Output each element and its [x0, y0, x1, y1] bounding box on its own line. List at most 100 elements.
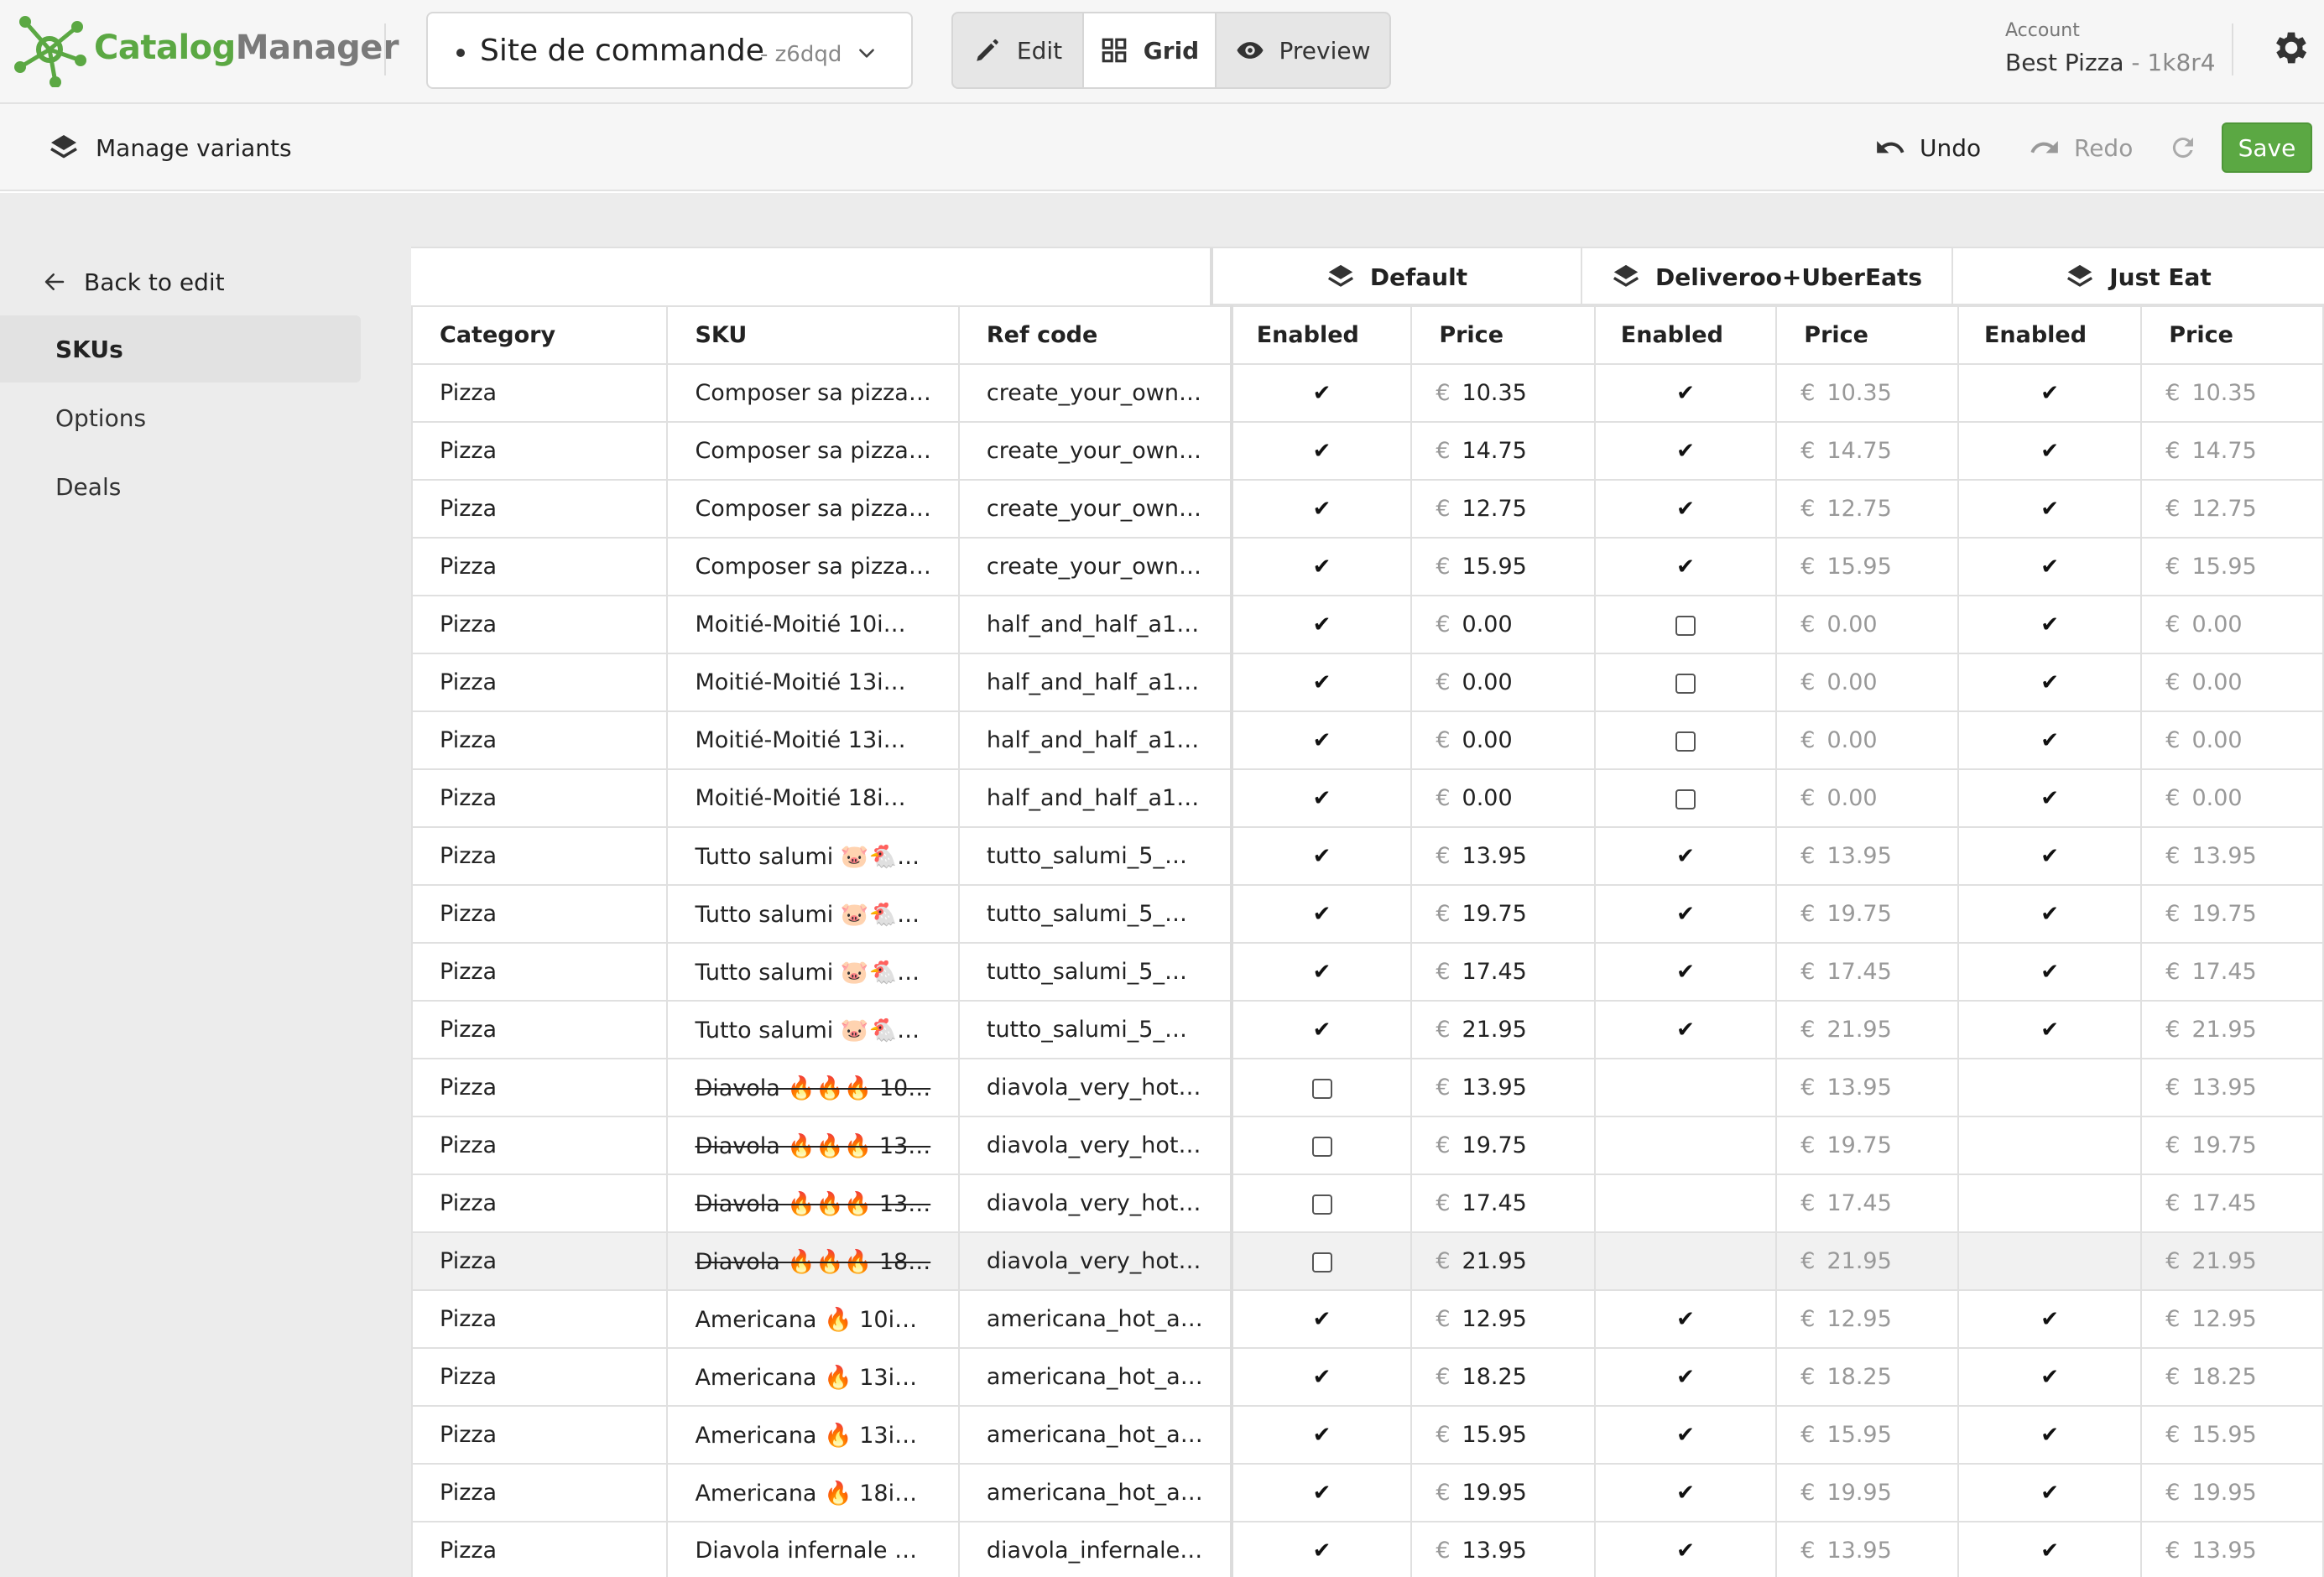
sku-cell[interactable]: Tutto salumi 🐷🐔… [666, 826, 960, 886]
just-eat-price-cell[interactable]: €13.95 [2140, 826, 2324, 886]
sku-cell[interactable]: Tutto salumi 🐷🐔… [666, 884, 960, 944]
deliveroo-ubereats-price-cell[interactable]: €0.00 [1775, 653, 1959, 712]
gear-icon[interactable] [2270, 27, 2312, 69]
category-cell[interactable]: Pizza [411, 1347, 669, 1407]
table-row[interactable]: Pizza Composer sa pizza… create_your_own… ✔… [411, 537, 2324, 596]
just-eat-price-cell[interactable]: €21.95 [2140, 1000, 2324, 1059]
deliveroo-ubereats-price-cell[interactable]: €10.35 [1775, 363, 1959, 423]
just-eat-enabled-cell[interactable]: ✔ [1957, 826, 2143, 886]
ref-code-cell[interactable]: americana_hot_a… [957, 1347, 1232, 1407]
redo-button[interactable]: Redo [2029, 129, 2133, 166]
category-cell[interactable]: Pizza [411, 363, 669, 423]
just-eat-enabled-cell[interactable]: ✔ [1957, 421, 2143, 481]
default-enabled-cell[interactable] [1229, 1058, 1413, 1117]
default-enabled-cell[interactable] [1229, 1116, 1413, 1175]
category-cell[interactable]: Pizza [411, 1116, 669, 1175]
ref-code-cell[interactable]: americana_hot_a… [957, 1463, 1232, 1522]
deliveroo-ubereats-enabled-cell[interactable]: ✔ [1593, 1289, 1778, 1349]
table-row[interactable]: Pizza Diavola 🔥🔥🔥 13… diavola_very_hot… €19… [411, 1116, 2324, 1175]
just-eat-enabled-cell[interactable]: ✔ [1957, 768, 2143, 828]
just-eat-enabled-cell[interactable]: ✔ [1957, 653, 2143, 712]
table-row[interactable]: Pizza Tutto salumi 🐷🐔… tutto_salumi_5_… ✔ €2… [411, 1000, 2324, 1059]
sku-cell[interactable]: Moitié-Moitié 10i… [666, 595, 960, 654]
default-price-cell[interactable]: €18.25 [1410, 1347, 1596, 1407]
category-cell[interactable]: Pizza [411, 1405, 669, 1465]
table-row[interactable]: Pizza Diavola 🔥🔥🔥 13… diavola_very_hot… €17… [411, 1174, 2324, 1233]
default-enabled-cell[interactable]: ✔ [1229, 1521, 1413, 1577]
ref-code-cell[interactable]: half_and_half_a1… [957, 653, 1232, 712]
table-row[interactable]: Pizza Americana 🔥 13i… americana_hot_a… ✔ €1… [411, 1405, 2324, 1465]
category-cell[interactable]: Pizza [411, 1521, 669, 1577]
table-row[interactable]: Pizza Americana 🔥 10i… americana_hot_a… ✔ €1… [411, 1289, 2324, 1349]
refresh-icon[interactable] [2168, 133, 2198, 163]
grid-mode-button[interactable]: Grid [1084, 13, 1217, 87]
table-row[interactable]: Pizza Tutto salumi 🐷🐔… tutto_salumi_5_… ✔ €1… [411, 826, 2324, 886]
just-eat-enabled-cell[interactable]: ✔ [1957, 1463, 2143, 1522]
just-eat-enabled-cell[interactable]: ✔ [1957, 1521, 2143, 1577]
save-button[interactable]: Save [2222, 122, 2312, 173]
default-price-cell[interactable]: €10.35 [1410, 363, 1596, 423]
deliveroo-ubereats-price-cell[interactable]: €21.95 [1775, 1000, 1959, 1059]
sku-cell[interactable]: Diavola 🔥🔥🔥 18… [666, 1231, 960, 1291]
deliveroo-ubereats-price-cell[interactable]: €0.00 [1775, 595, 1959, 654]
nav-item-options[interactable]: Options [0, 384, 361, 451]
table-row[interactable]: Pizza Diavola 🔥🔥🔥 10… diavola_very_hot… €13… [411, 1058, 2324, 1117]
ref-code-cell[interactable]: americana_hot_a… [957, 1405, 1232, 1465]
default-price-cell[interactable]: €19.95 [1410, 1463, 1596, 1522]
category-cell[interactable]: Pizza [411, 710, 669, 770]
just-eat-price-cell[interactable]: €13.95 [2140, 1521, 2324, 1577]
deliveroo-ubereats-price-cell[interactable]: €17.45 [1775, 942, 1959, 1002]
sku-cell[interactable]: Americana 🔥 18i… [666, 1463, 960, 1522]
deliveroo-ubereats-enabled-cell[interactable]: ✔ [1593, 884, 1778, 944]
table-row[interactable]: Pizza Moitié-Moitié 13i… half_and_half_a1…… [411, 710, 2324, 770]
enabled-checkbox[interactable] [1311, 1252, 1332, 1273]
just-eat-enabled-cell[interactable]: ✔ [1957, 1289, 2143, 1349]
just-eat-enabled-cell[interactable]: ✔ [1957, 1000, 2143, 1059]
deliveroo-ubereats-enabled-cell[interactable]: ✔ [1593, 826, 1778, 886]
category-cell[interactable]: Pizza [411, 595, 669, 654]
just-eat-price-cell[interactable]: €12.95 [2140, 1289, 2324, 1349]
just-eat-price-cell[interactable]: €17.45 [2140, 1174, 2324, 1233]
deliveroo-ubereats-price-cell[interactable]: €12.75 [1775, 479, 1959, 539]
sku-cell[interactable]: Tutto salumi 🐷🐔… [666, 942, 960, 1002]
table-row[interactable]: Pizza Moitié-Moitié 10i… half_and_half_a1…… [411, 595, 2324, 654]
deliveroo-ubereats-enabled-cell[interactable]: ✔ [1593, 537, 1778, 596]
ref-code-cell[interactable]: tutto_salumi_5_… [957, 884, 1232, 944]
default-enabled-cell[interactable]: ✔ [1229, 884, 1413, 944]
just-eat-price-cell[interactable]: €12.75 [2140, 479, 2324, 539]
just-eat-price-cell[interactable]: €0.00 [2140, 653, 2324, 712]
deliveroo-ubereats-price-cell[interactable]: €18.25 [1775, 1347, 1959, 1407]
ref-code-cell[interactable]: half_and_half_a1… [957, 768, 1232, 828]
nav-item-skus[interactable]: SKUs [0, 315, 361, 383]
sku-cell[interactable]: Composer sa pizza… [666, 537, 960, 596]
sku-cell[interactable]: Diavola infernale … [666, 1521, 960, 1577]
default-enabled-cell[interactable]: ✔ [1229, 363, 1413, 423]
ref-code-cell[interactable]: diavola_very_hot… [957, 1174, 1232, 1233]
just-eat-enabled-cell[interactable]: ✔ [1957, 537, 2143, 596]
default-enabled-cell[interactable]: ✔ [1229, 710, 1413, 770]
default-enabled-cell[interactable]: ✔ [1229, 595, 1413, 654]
just-eat-enabled-cell[interactable]: ✔ [1957, 363, 2143, 423]
just-eat-price-cell[interactable]: €0.00 [2140, 768, 2324, 828]
enabled-checkbox[interactable] [1311, 1078, 1332, 1099]
ref-code-cell[interactable]: create_your_own… [957, 479, 1232, 539]
deliveroo-ubereats-enabled-cell[interactable]: ✔ [1593, 479, 1778, 539]
default-enabled-cell[interactable] [1229, 1231, 1413, 1291]
deliveroo-ubereats-enabled-cell[interactable]: ✔ [1593, 1521, 1778, 1577]
default-enabled-cell[interactable] [1229, 1174, 1413, 1233]
sku-cell[interactable]: Diavola 🔥🔥🔥 10… [666, 1058, 960, 1117]
deliveroo-ubereats-price-cell[interactable]: €19.75 [1775, 1116, 1959, 1175]
ref-code-cell[interactable]: tutto_salumi_5_… [957, 826, 1232, 886]
ref-code-cell[interactable]: half_and_half_a1… [957, 595, 1232, 654]
enabled-checkbox[interactable] [1675, 673, 1696, 694]
just-eat-price-cell[interactable]: €21.95 [2140, 1231, 2324, 1291]
default-enabled-cell[interactable]: ✔ [1229, 1463, 1413, 1522]
enabled-checkbox[interactable] [1675, 731, 1696, 752]
just-eat-price-cell[interactable]: €0.00 [2140, 710, 2324, 770]
category-cell[interactable]: Pizza [411, 421, 669, 481]
just-eat-price-cell[interactable]: €19.95 [2140, 1463, 2324, 1522]
default-enabled-cell[interactable]: ✔ [1229, 479, 1413, 539]
category-cell[interactable]: Pizza [411, 1000, 669, 1059]
deliveroo-ubereats-price-cell[interactable]: €13.95 [1775, 1521, 1959, 1577]
sku-cell[interactable]: Americana 🔥 10i… [666, 1289, 960, 1349]
